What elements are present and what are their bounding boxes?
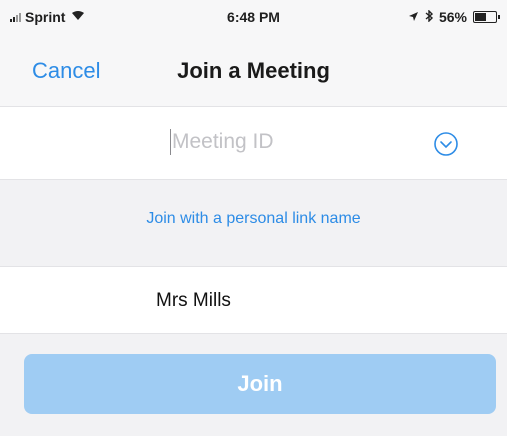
bluetooth-icon [425,9,434,25]
meeting-id-input[interactable] [168,125,372,159]
personal-link-row: Join with a personal link name [0,180,507,266]
text-caret [170,129,171,155]
page-title: Join a Meeting [177,58,330,83]
meeting-id-row [0,106,507,180]
status-bar: Sprint 6:48 PM 56% [0,0,507,34]
battery-fill [475,13,486,21]
join-button[interactable]: Join [24,354,496,414]
name-row [0,266,507,334]
screen-name-input[interactable] [156,287,396,315]
location-arrow-icon [408,9,419,25]
battery-icon [473,11,500,23]
battery-percent: 56% [438,9,467,25]
status-right: 56% [408,9,500,25]
navigation-bar: Cancel Join a Meeting [0,34,507,106]
join-with-personal-link-button[interactable]: Join with a personal link name [0,210,507,228]
chevron-down-circle-icon[interactable] [433,131,459,157]
